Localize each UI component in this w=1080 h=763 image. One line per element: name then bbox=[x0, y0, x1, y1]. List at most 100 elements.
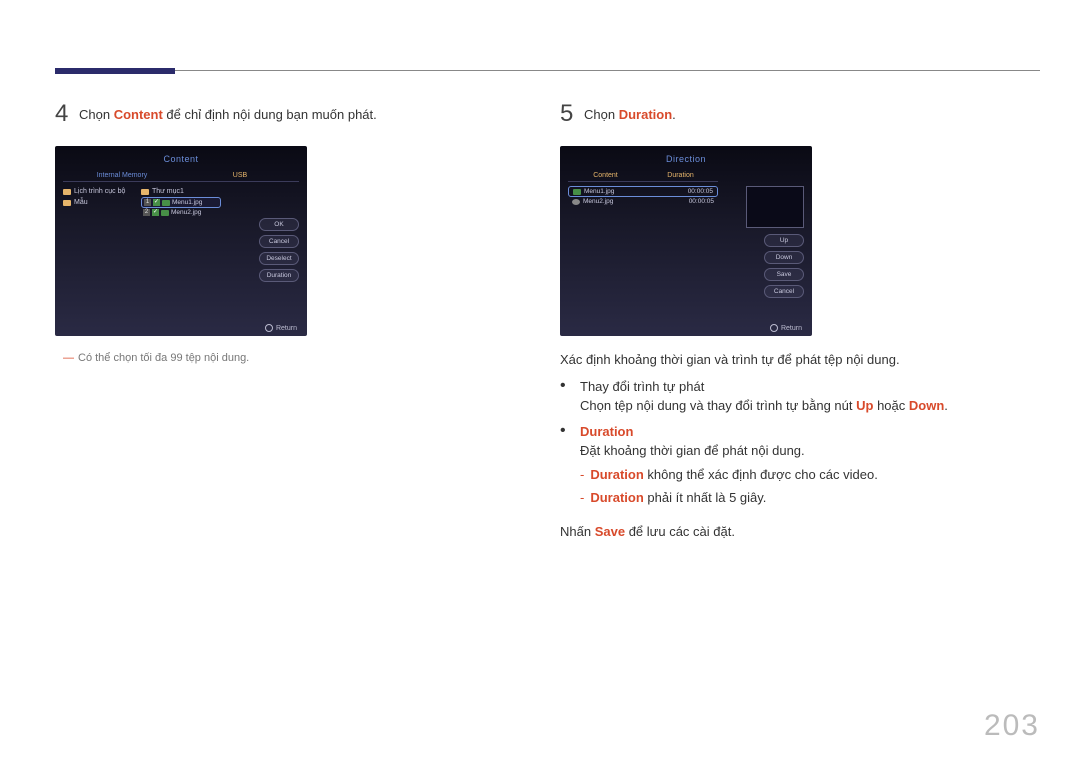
dash-icon: ― bbox=[63, 352, 74, 364]
index-box: 1 bbox=[144, 199, 151, 206]
file-row-selected[interactable]: 1 ✓ Menu1.jpg bbox=[141, 197, 221, 208]
keyword-down: Down bbox=[909, 398, 944, 413]
text: . bbox=[944, 398, 948, 413]
return-icon bbox=[265, 324, 273, 332]
text: để lưu các cài đặt. bbox=[625, 524, 735, 539]
screen-title: Direction bbox=[560, 146, 812, 164]
sound-icon bbox=[572, 199, 580, 205]
folder-label: Lịch trình cục bộ bbox=[74, 188, 125, 195]
text: phải ít nhất là 5 giây. bbox=[644, 490, 767, 505]
image-icon bbox=[161, 210, 169, 216]
image-icon bbox=[162, 200, 170, 206]
bullet-dot: • bbox=[560, 377, 572, 416]
keyword-content: Content bbox=[114, 107, 163, 122]
text: Nhấn bbox=[560, 524, 595, 539]
bullet-title: Thay đổi trình tự phát bbox=[580, 377, 1030, 397]
step-text: Chọn Content để chỉ định nội dung bạn mu… bbox=[79, 100, 377, 122]
tab-duration[interactable]: Duration bbox=[643, 170, 718, 181]
keyword-save: Save bbox=[595, 524, 625, 539]
bullet-title-duration: Duration bbox=[580, 422, 1030, 442]
cancel-button[interactable]: Cancel bbox=[764, 285, 804, 298]
return-label[interactable]: Return bbox=[781, 325, 802, 332]
tab-content[interactable]: Content bbox=[568, 170, 643, 181]
tab-header: Content Duration bbox=[568, 170, 718, 182]
step-4-header: 4 Chọn Content để chỉ định nội dung bạn … bbox=[55, 100, 525, 128]
header-bar bbox=[55, 68, 1040, 74]
paragraph-intro: Xác định khoảng thời gian và trình tự để… bbox=[560, 350, 1030, 371]
folder-icon bbox=[63, 200, 71, 206]
deselect-button[interactable]: Deselect bbox=[259, 252, 299, 265]
folder-item[interactable]: Mẫu bbox=[63, 197, 135, 208]
text-post: để chỉ định nội dung bạn muốn phát. bbox=[163, 107, 377, 122]
index-box: 2 bbox=[143, 209, 150, 216]
bullet-content: Thay đổi trình tự phát Chọn tệp nội dung… bbox=[580, 377, 1030, 416]
up-button[interactable]: Up bbox=[764, 234, 804, 247]
duration-value: 00:00:05 bbox=[689, 198, 714, 205]
step-number: 4 bbox=[55, 100, 79, 128]
tab-header: Internal Memory USB bbox=[63, 170, 299, 182]
dash-text: Duration không thể xác định được cho các… bbox=[590, 465, 878, 485]
text-post: . bbox=[672, 107, 676, 122]
folder-label: Thư mục1 bbox=[152, 188, 184, 195]
note-text: Có thể chọn tối đa 99 tệp nội dung. bbox=[78, 352, 249, 364]
screen-body: Internal Memory USB Lịch trình cục bộ Mẫ… bbox=[63, 170, 299, 316]
text: không thể xác định được cho các video. bbox=[644, 467, 878, 482]
file-label: Menu2.jpg bbox=[583, 198, 613, 205]
cancel-button[interactable]: Cancel bbox=[259, 235, 299, 248]
file-label: Menu1.jpg bbox=[584, 188, 614, 195]
screenshot-direction: Direction Content Duration Menu1.jpg 00:… bbox=[560, 146, 812, 336]
column-step-5: 5 Chọn Duration. Direction Content Durat… bbox=[560, 100, 1030, 543]
bullet-list: • Thay đổi trình tự phát Chọn tệp nội du… bbox=[560, 377, 1030, 508]
file-label: Menu1.jpg bbox=[172, 199, 202, 206]
folder-header[interactable]: Thư mục1 bbox=[141, 186, 221, 197]
check-icon: ✓ bbox=[152, 209, 159, 216]
folder-item[interactable]: Lịch trình cục bộ bbox=[63, 186, 135, 197]
bullet-2: • Duration Đặt khoảng thời gian để phát … bbox=[560, 422, 1030, 508]
text-pre: Chọn bbox=[79, 107, 114, 122]
screen-footer: Return bbox=[265, 324, 297, 332]
keyword: Duration bbox=[590, 490, 643, 505]
header-rule bbox=[175, 70, 1040, 71]
preview-box bbox=[746, 186, 804, 228]
step-text: Chọn Duration. bbox=[584, 100, 676, 122]
step-number: 5 bbox=[560, 100, 584, 128]
text: hoặc bbox=[873, 398, 908, 413]
return-label[interactable]: Return bbox=[276, 325, 297, 332]
dash-icon: - bbox=[580, 465, 584, 485]
save-button[interactable]: Save bbox=[764, 268, 804, 281]
return-icon bbox=[770, 324, 778, 332]
bullet-body: Chọn tệp nội dung và thay đổi trình tự b… bbox=[580, 396, 1030, 416]
paragraph-save: Nhấn Save để lưu các cài đặt. bbox=[560, 522, 1030, 543]
folder-label: Mẫu bbox=[74, 199, 88, 206]
page-number: 203 bbox=[984, 709, 1040, 743]
tab-internal-memory[interactable]: Internal Memory bbox=[63, 170, 181, 181]
duration-row-selected[interactable]: Menu1.jpg 00:00:05 bbox=[568, 186, 718, 197]
keyword-up: Up bbox=[856, 398, 873, 413]
column-step-4: 4 Chọn Content để chỉ định nội dung bạn … bbox=[55, 100, 525, 364]
keyword-duration: Duration bbox=[619, 107, 672, 122]
dash-icon: - bbox=[580, 488, 584, 508]
duration-button[interactable]: Duration bbox=[259, 269, 299, 282]
duration-row[interactable]: Menu2.jpg 00:00:05 bbox=[568, 197, 718, 206]
file-label: Menu2.jpg bbox=[171, 209, 201, 216]
button-panel: OK Cancel Deselect Duration bbox=[227, 218, 299, 282]
folder-icon bbox=[63, 189, 71, 195]
mid-panel: Thư mục1 1 ✓ Menu1.jpg 2 ✓ Menu2.jpg bbox=[141, 186, 221, 217]
keyword: Duration bbox=[590, 467, 643, 482]
screen-body: Content Duration Menu1.jpg 00:00:05 Menu… bbox=[568, 170, 804, 316]
button-panel: Up Down Save Cancel bbox=[732, 234, 804, 298]
bullet-dot: • bbox=[560, 422, 572, 508]
down-button[interactable]: Down bbox=[764, 251, 804, 264]
screen-footer: Return bbox=[770, 324, 802, 332]
dash-row-1: - Duration không thể xác định được cho c… bbox=[580, 465, 1030, 485]
dash-row-2: - Duration phải ít nhất là 5 giây. bbox=[580, 488, 1030, 508]
step-5-header: 5 Chọn Duration. bbox=[560, 100, 1030, 128]
ok-button[interactable]: OK bbox=[259, 218, 299, 231]
file-row[interactable]: 2 ✓ Menu2.jpg bbox=[141, 208, 221, 217]
text-pre: Chọn bbox=[584, 107, 619, 122]
bullet-content: Duration Đặt khoảng thời gian để phát nộ… bbox=[580, 422, 1030, 508]
tab-usb[interactable]: USB bbox=[181, 170, 299, 181]
text: Chọn tệp nội dung và thay đổi trình tự b… bbox=[580, 398, 856, 413]
screen-title: Content bbox=[55, 146, 307, 164]
bullet-body: Đặt khoảng thời gian để phát nội dung. bbox=[580, 441, 1030, 461]
